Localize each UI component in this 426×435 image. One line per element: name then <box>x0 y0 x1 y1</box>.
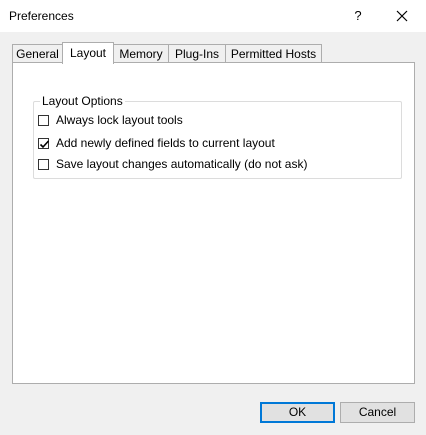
layout-options-group: Layout Options Always lock layout tools … <box>33 94 402 179</box>
option-add-new-fields[interactable]: Add newly defined fields to current layo… <box>38 135 275 151</box>
option-label: Add newly defined fields to current layo… <box>56 136 275 150</box>
window-title: Preferences <box>9 9 74 23</box>
close-button[interactable] <box>388 4 416 28</box>
tab-memory[interactable]: Memory <box>113 44 169 62</box>
add-new-fields-checkbox[interactable] <box>38 137 50 149</box>
cancel-button[interactable]: Cancel <box>340 402 415 423</box>
option-label: Always lock layout tools <box>56 113 183 127</box>
tab-plug-ins[interactable]: Plug-Ins <box>168 44 226 62</box>
tab-layout[interactable]: Layout <box>62 42 114 64</box>
save-automatically-checkbox[interactable] <box>38 158 49 170</box>
tab-general[interactable]: General <box>12 44 63 62</box>
tab-permitted-hosts[interactable]: Permitted Hosts <box>225 44 322 62</box>
title-bar: Preferences ? <box>0 0 426 32</box>
option-save-layout-automatically[interactable]: Save layout changes automatically (do no… <box>38 156 307 172</box>
always-lock-checkbox[interactable] <box>38 114 49 126</box>
close-icon <box>396 10 408 22</box>
help-button[interactable]: ? <box>346 4 370 28</box>
layout-tab-panel: Layout Options Always lock layout tools … <box>12 62 415 384</box>
option-always-lock-layout-tools[interactable]: Always lock layout tools <box>38 112 183 128</box>
option-label: Save layout changes automatically (do no… <box>56 157 308 171</box>
checkmark-icon <box>39 139 50 148</box>
ok-button[interactable]: OK <box>260 402 335 423</box>
layout-options-label: Layout Options <box>40 94 125 108</box>
